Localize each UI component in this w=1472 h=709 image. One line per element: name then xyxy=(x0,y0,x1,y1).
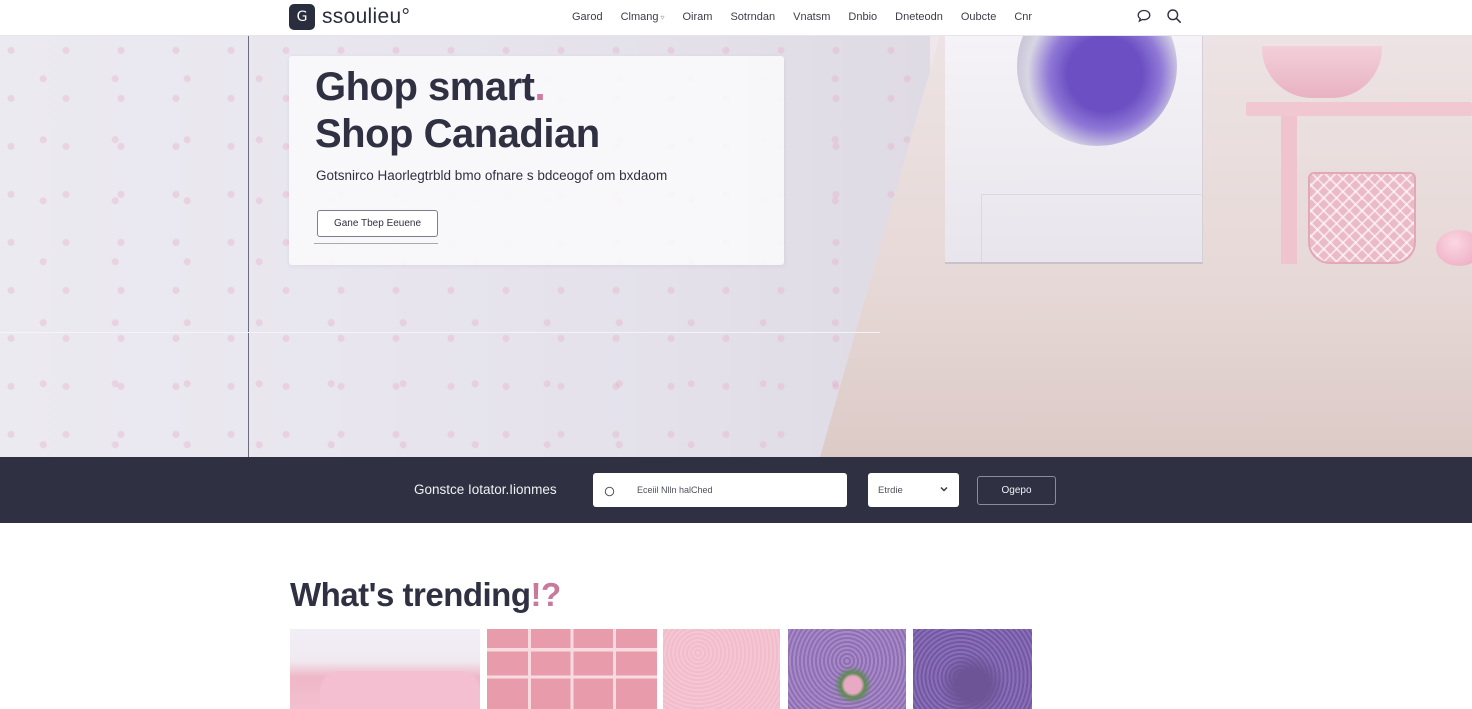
nav-item[interactable]: Dnbio xyxy=(848,11,877,23)
nav-item[interactable]: Sotrndan xyxy=(730,11,775,23)
main-nav: Garod Clmang ▿ Oiram Sotrndan Vnatsm Dnbi… xyxy=(572,11,1050,23)
search-icon[interactable] xyxy=(1166,8,1182,24)
nav-item-label: Vnatsm xyxy=(793,11,831,23)
chat-bubble-icon[interactable] xyxy=(1136,8,1152,24)
washing-machine-image xyxy=(945,36,1203,264)
nav-item-label: Garod xyxy=(572,11,603,23)
washer-door xyxy=(1017,36,1177,146)
header-icons xyxy=(1136,8,1182,24)
category-select[interactable]: Etrdie xyxy=(868,473,959,507)
nav-item[interactable]: Oubcte xyxy=(961,11,996,23)
sofa-image xyxy=(320,671,480,709)
nav-item-label: Dnbio xyxy=(848,11,878,23)
shelf-leg xyxy=(1281,116,1297,264)
trending-heading: What's trending!? xyxy=(290,576,561,614)
nav-item-label: Oiram xyxy=(682,11,713,23)
search-band: Gonstce Iotator.Iionmes Etrdie Ogepo xyxy=(0,457,1472,523)
hero-card: Ghop smart. Shop Canadian Gotsnirco Haor… xyxy=(289,56,784,265)
hero-subtitle: Gotsnirco Haorlegtrbld bmo ofnare s bdce… xyxy=(316,168,668,183)
nav-item-label: Clmang xyxy=(620,11,659,23)
hero-divider-vertical xyxy=(248,36,249,457)
hero-cta-button[interactable]: Gane Tbep Eeuene xyxy=(317,210,438,237)
search-box[interactable] xyxy=(593,473,847,507)
hero-title: Ghop smart. Shop Canadian xyxy=(315,64,600,158)
hero-cta-underline xyxy=(314,243,438,244)
nav-item[interactable]: Cnr xyxy=(1014,11,1032,23)
nav-item[interactable]: Dneteodn xyxy=(895,11,943,23)
site-logo[interactable]: G ssoulieu° xyxy=(289,4,410,30)
search-input[interactable] xyxy=(637,482,832,498)
trending-tile-purple-lavender-field[interactable] xyxy=(913,629,1032,709)
trending-heading-text: What's trending xyxy=(290,576,531,613)
hero-banner: Ghop smart. Shop Canadian Gotsnirco Haor… xyxy=(0,36,1472,457)
logo-text: ssoulieu° xyxy=(322,5,411,28)
chevron-down-icon xyxy=(939,484,949,497)
hero-title-line2: Shop Canadian xyxy=(315,112,600,156)
washer-panel xyxy=(981,194,1201,262)
trending-tile-pink-bookshelf[interactable] xyxy=(487,629,657,709)
trending-tile-pink-rug[interactable] xyxy=(663,629,780,709)
trending-tile-pink-bedroom[interactable] xyxy=(290,629,480,709)
search-submit-button[interactable]: Ogepo xyxy=(977,476,1056,505)
nav-item-label: Cnr xyxy=(1014,11,1033,23)
search-band-label: Gonstce Iotator.Iionmes xyxy=(414,482,557,497)
hero-title-line1: Ghop smart xyxy=(315,65,535,109)
hero-divider-horizontal xyxy=(0,332,880,333)
trending-tile-lavender-flowers[interactable] xyxy=(788,629,906,709)
nav-item-label: Dneteodn xyxy=(895,11,943,23)
site-header: G ssoulieu° Garod Clmang ▿ Oiram Sotrndan… xyxy=(0,0,1472,36)
logo-mark-icon: G xyxy=(289,4,315,30)
nav-item[interactable]: Garod xyxy=(572,11,603,23)
shelf-image xyxy=(1246,102,1472,116)
nav-item[interactable]: Oiram xyxy=(683,11,713,23)
laundry-basket-image xyxy=(1308,172,1416,264)
nav-item-label: Oubcte xyxy=(960,11,997,23)
trending-heading-suffix: !? xyxy=(530,576,562,613)
nav-item[interactable]: Vnatsm xyxy=(793,11,830,23)
search-circle-icon xyxy=(604,484,615,502)
hero-title-dot: . xyxy=(534,65,546,109)
nav-item-label: Sotrndan xyxy=(730,11,776,23)
nav-item-dropdown[interactable]: Clmang ▿ xyxy=(621,11,665,23)
chevron-down-icon: ▿ xyxy=(660,13,665,22)
category-select-value: Etrdie xyxy=(878,484,903,496)
